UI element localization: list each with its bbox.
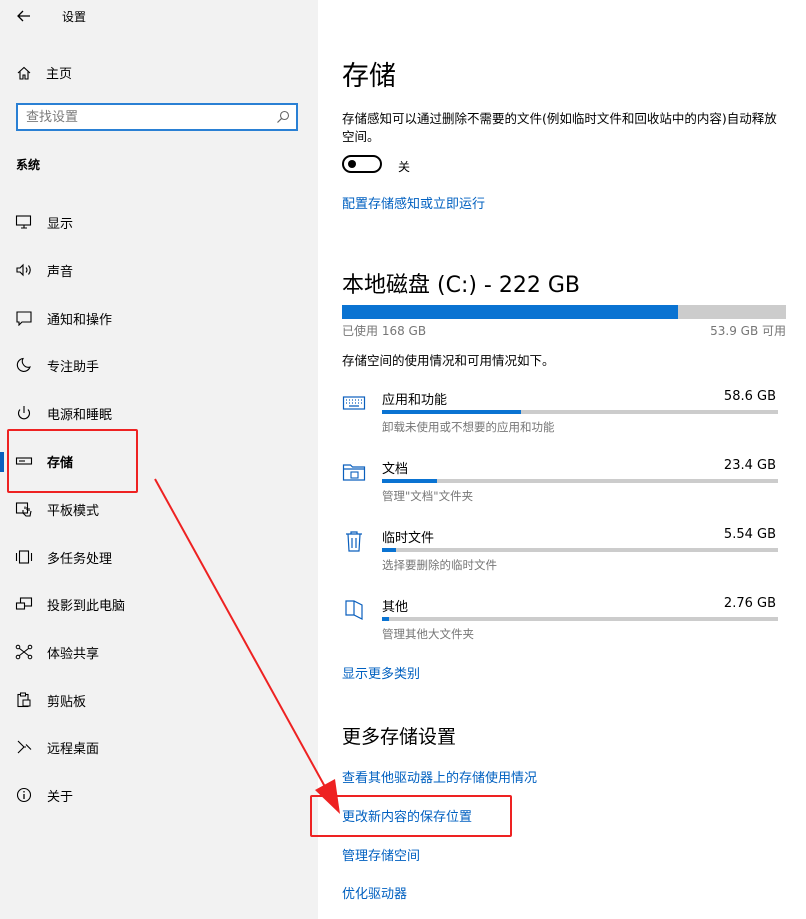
speaker-icon xyxy=(15,262,33,278)
category-usage-bar xyxy=(382,479,778,483)
moon-icon xyxy=(15,357,33,373)
share-icon xyxy=(15,644,33,660)
sidebar-item-project[interactable]: 投影到此电脑 xyxy=(0,582,318,626)
category-title: 应用和功能 xyxy=(382,393,448,408)
keyboard-icon xyxy=(342,391,366,415)
category-title: 文档 xyxy=(382,462,409,477)
notification-icon xyxy=(15,310,33,326)
sidebar-item-label: 体验共享 xyxy=(47,647,100,662)
sidebar-item-clipboard[interactable]: 剪贴板 xyxy=(0,678,318,722)
page-title: 存储 xyxy=(342,61,396,92)
sidebar-item-display[interactable]: 显示 xyxy=(0,200,318,244)
sidebar-item-label: 投影到此电脑 xyxy=(47,599,126,614)
sidebar-item-tablet-mode[interactable]: 平板模式 xyxy=(0,487,318,531)
other-files-icon xyxy=(342,598,366,622)
monitor-icon xyxy=(15,214,33,230)
configure-storage-sense-link[interactable]: 配置存储感知或立即运行 xyxy=(342,193,485,212)
sidebar-item-shared-experiences[interactable]: 体验共享 xyxy=(0,630,318,674)
free-space-label: 53.9 GB 可用 xyxy=(710,324,786,338)
sidebar-item-label: 多任务处理 xyxy=(47,552,113,567)
home-icon xyxy=(16,65,32,81)
category-title: 临时文件 xyxy=(382,531,435,546)
manage-storage-spaces-link[interactable]: 管理存储空间 xyxy=(342,845,420,864)
category-title: 其他 xyxy=(382,600,409,615)
category-description: 卸载未使用或不想要的应用和功能 xyxy=(382,420,555,434)
category-size: 2.76 GB xyxy=(723,596,776,611)
sidebar-item-label: 剪贴板 xyxy=(47,695,87,710)
disk-title: 本地磁盘 (C:) - 222 GB xyxy=(342,273,580,298)
tablet-mode-icon xyxy=(15,501,33,517)
sidebar-item-label: 远程桌面 xyxy=(47,742,100,757)
toggle-state-label: 关 xyxy=(398,160,411,174)
category-documents[interactable]: 文档 23.4 GB 管理"文档"文件夹 xyxy=(342,458,778,518)
category-other[interactable]: 其他 2.76 GB 管理其他大文件夹 xyxy=(342,596,778,656)
sidebar-item-label: 关于 xyxy=(47,790,74,805)
disk-usage-bar xyxy=(342,305,786,319)
sidebar-item-label: 平板模式 xyxy=(47,504,100,519)
category-usage-fill xyxy=(382,479,438,483)
category-usage-bar xyxy=(382,548,778,552)
sidebar-item-label: 专注助手 xyxy=(47,360,100,375)
used-space-label: 已使用 168 GB xyxy=(342,324,427,338)
sidebar-item-label: 显示 xyxy=(47,217,74,232)
show-more-categories-link[interactable]: 显示更多类别 xyxy=(342,663,420,682)
sidebar-item-remote-desktop[interactable]: 远程桌面 xyxy=(0,725,318,769)
search-box[interactable] xyxy=(16,103,298,131)
toggle-knob xyxy=(348,160,356,168)
storage-sense-toggle[interactable] xyxy=(342,155,382,173)
sidebar-item-label: 声音 xyxy=(47,265,74,280)
sidebar-home[interactable]: 主页 xyxy=(16,63,72,82)
sidebar-item-label: 电源和睡眠 xyxy=(47,408,113,423)
folder-icon xyxy=(342,460,366,484)
info-icon xyxy=(15,787,33,803)
disk-usage-fill xyxy=(342,305,679,319)
category-usage-bar xyxy=(382,617,778,621)
back-arrow-icon[interactable] xyxy=(12,4,36,28)
sidebar-item-multitasking[interactable]: 多任务处理 xyxy=(0,535,318,579)
category-apps-features[interactable]: 应用和功能 58.6 GB 卸载未使用或不想要的应用和功能 xyxy=(342,389,778,449)
power-icon xyxy=(15,405,33,421)
remote-desktop-icon xyxy=(15,739,33,755)
project-icon xyxy=(15,596,33,612)
category-description: 管理"文档"文件夹 xyxy=(382,489,474,503)
category-usage-bar xyxy=(382,410,778,414)
search-icon[interactable] xyxy=(276,110,290,124)
section-label-system: 系统 xyxy=(16,158,41,172)
category-description: 管理其他大文件夹 xyxy=(382,627,474,641)
sidebar-item-sound[interactable]: 声音 xyxy=(0,248,318,292)
annotation-highlight-storage xyxy=(7,429,138,493)
usage-description: 存储空间的使用情况和可用情况如下。 xyxy=(342,353,555,368)
multitask-icon xyxy=(15,549,33,565)
sidebar-item-notifications[interactable]: 通知和操作 xyxy=(0,296,318,340)
annotation-highlight-save-location xyxy=(310,795,512,837)
search-input[interactable] xyxy=(26,108,266,126)
sidebar-item-about[interactable]: 关于 xyxy=(0,773,318,817)
optimize-drives-link[interactable]: 优化驱动器 xyxy=(342,883,407,902)
category-temporary-files[interactable]: 临时文件 5.54 GB 选择要删除的临时文件 xyxy=(342,527,778,587)
sidebar-item-label: 通知和操作 xyxy=(47,313,113,328)
category-size: 5.54 GB xyxy=(723,527,776,542)
sidebar-item-focus-assist[interactable]: 专注助手 xyxy=(0,343,318,387)
view-other-drives-link[interactable]: 查看其他驱动器上的存储使用情况 xyxy=(342,767,537,786)
category-usage-fill xyxy=(382,548,396,552)
category-usage-fill xyxy=(382,410,521,414)
window-title: 设置 xyxy=(62,10,87,24)
storage-sense-description: 存储感知可以通过删除不需要的文件(例如临时文件和回收站中的内容)自动释放空间。 xyxy=(342,111,777,144)
more-storage-settings-title: 更多存储设置 xyxy=(342,726,457,748)
clipboard-icon xyxy=(15,692,33,708)
home-label: 主页 xyxy=(46,67,73,82)
category-size: 23.4 GB xyxy=(723,458,776,473)
category-description: 选择要删除的临时文件 xyxy=(382,558,497,572)
trash-icon xyxy=(342,529,366,553)
category-size: 58.6 GB xyxy=(723,389,776,404)
selected-indicator xyxy=(0,452,4,472)
category-usage-fill xyxy=(382,617,390,621)
